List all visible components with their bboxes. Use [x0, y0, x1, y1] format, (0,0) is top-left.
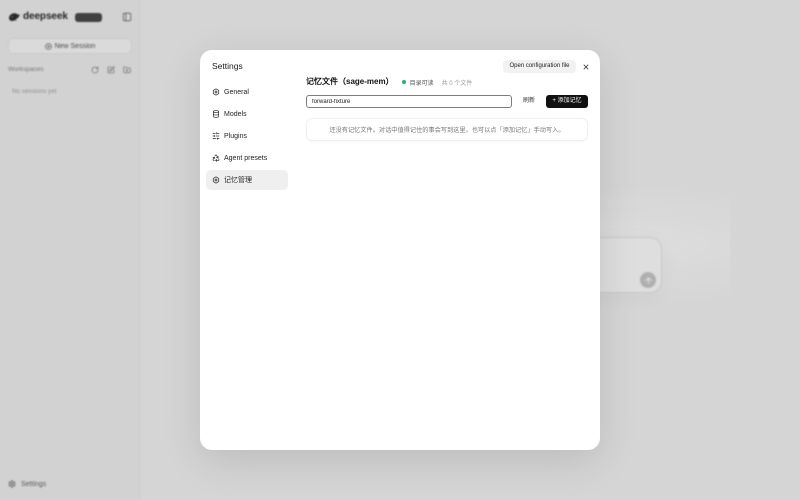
- nav-item-label: 记忆管理: [224, 177, 252, 184]
- hexagon-settings-icon: [212, 176, 220, 184]
- nav-item-general[interactable]: General: [206, 82, 288, 102]
- empty-state-message: 还没有记忆文件。对话中值得记住的事会写到这里，也可以点「添加记忆」手动写入。: [329, 127, 565, 134]
- open-config-button[interactable]: Open configuration file: [503, 60, 576, 73]
- file-count: 共 0 个文件: [441, 80, 473, 87]
- nav-item-models[interactable]: Models: [206, 104, 288, 124]
- memory-header: 记忆文件（sage-mem） 目录可读 共 0 个文件: [306, 77, 472, 87]
- settings-dialog: Settings Open configuration file General…: [200, 50, 600, 450]
- empty-state: 还没有记忆文件。对话中值得记住的事会写到这里，也可以点「添加记忆」手动写入。: [306, 118, 588, 141]
- database-icon: [212, 110, 220, 118]
- status-text: 目录可读: [409, 80, 434, 87]
- nav-item-label: Plugins: [224, 132, 247, 140]
- sliders-icon: [212, 132, 220, 140]
- nav-item-plugins[interactable]: Plugins: [206, 126, 288, 146]
- nav-item-label: Models: [224, 110, 247, 118]
- nav-item-label: Agent presets: [224, 154, 268, 162]
- nav-item-agent-presets[interactable]: Agent presets: [206, 148, 288, 168]
- nav-item-memory[interactable]: 记忆管理: [206, 170, 288, 190]
- dialog-title: Settings: [212, 61, 243, 71]
- recycle-icon: [212, 154, 220, 162]
- refresh-button[interactable]: 刷新: [516, 95, 542, 108]
- status-dot: [401, 80, 406, 84]
- nav-item-label: General: [224, 88, 249, 96]
- memory-filter-input[interactable]: [306, 95, 512, 108]
- memory-heading: 记忆文件（sage-mem）: [306, 77, 394, 86]
- add-memory-button[interactable]: + 添加记忆: [546, 95, 588, 108]
- hexagon-settings-icon: [212, 88, 220, 96]
- close-button[interactable]: [581, 62, 591, 72]
- close-icon: [583, 64, 589, 70]
